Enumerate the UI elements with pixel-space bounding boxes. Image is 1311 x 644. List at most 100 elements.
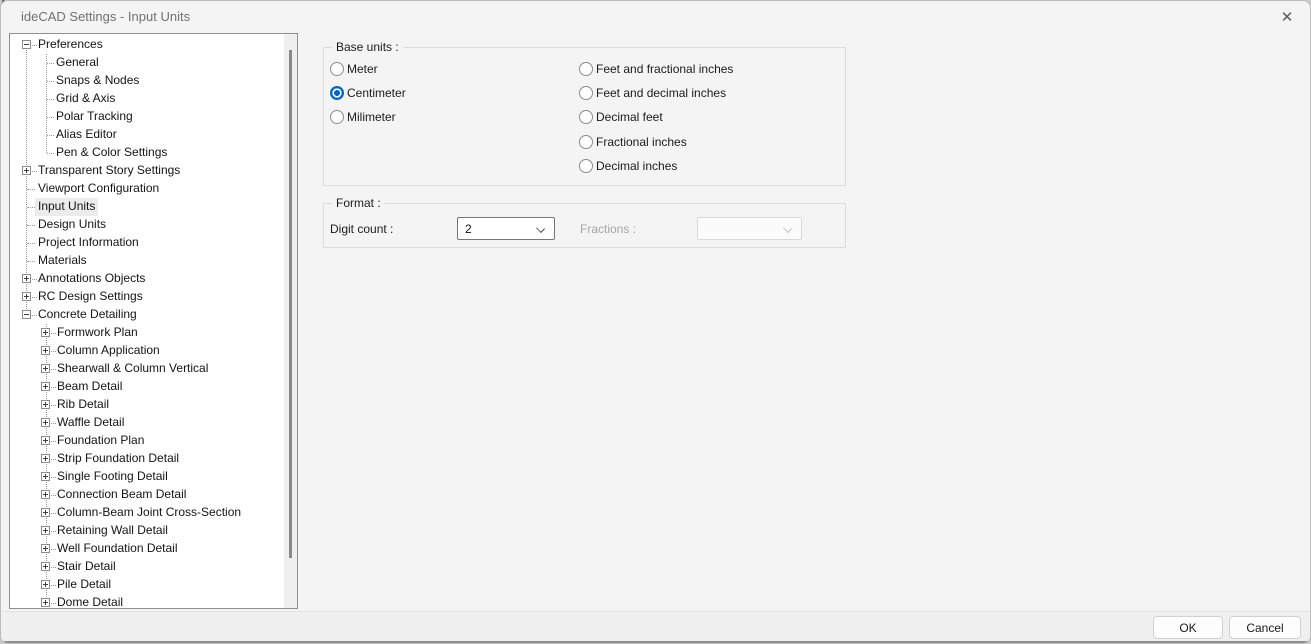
expand-icon[interactable]	[41, 346, 50, 355]
radio-label: Milimeter	[347, 110, 396, 124]
tree-item-stair-detail[interactable]: Stair Detail	[10, 558, 284, 576]
cancel-button[interactable]: Cancel	[1229, 616, 1301, 639]
tree-item-pile-detail[interactable]: Pile Detail	[10, 576, 284, 594]
tree-item-general[interactable]: General	[10, 54, 284, 72]
tree-item-project-information[interactable]: Project Information	[10, 234, 284, 252]
tree-item-label: Dome Detail	[54, 594, 126, 609]
tree-item-retaining-wall-detail[interactable]: Retaining Wall Detail	[10, 522, 284, 540]
tree-item-foundation-plan[interactable]: Foundation Plan	[10, 432, 284, 450]
tree-item-preferences[interactable]: Preferences	[10, 36, 284, 54]
tree-item-beam-detail[interactable]: Beam Detail	[10, 378, 284, 396]
collapse-icon[interactable]	[22, 40, 31, 49]
tree-item-column-beam-joint-cross-section[interactable]: Column-Beam Joint Cross-Section	[10, 504, 284, 522]
tree-item-label: Project Information	[35, 234, 142, 252]
radio-icon[interactable]	[579, 159, 593, 173]
tree-scrollbar-thumb[interactable]	[289, 50, 292, 558]
tree-item-label: Snaps & Nodes	[53, 72, 142, 90]
radio-label: Fractional inches	[596, 135, 687, 149]
radio-icon[interactable]	[330, 62, 344, 76]
radio-meter[interactable]: Meter	[330, 61, 378, 77]
tree-item-annotations-objects[interactable]: Annotations Objects	[10, 270, 284, 288]
settings-tree[interactable]: PreferencesGeneralSnaps & NodesGrid & Ax…	[9, 33, 298, 609]
tree-item-transparent-story-settings[interactable]: Transparent Story Settings	[10, 162, 284, 180]
radio-icon[interactable]	[579, 110, 593, 124]
expand-icon[interactable]	[41, 490, 50, 499]
radio-feet-and-decimal-inches[interactable]: Feet and decimal inches	[579, 85, 726, 101]
tree-item-label: Beam Detail	[54, 378, 125, 396]
expand-icon[interactable]	[41, 526, 50, 535]
tree-scrollbar[interactable]	[284, 34, 297, 608]
tree-item-label: Well Foundation Detail	[54, 540, 181, 558]
radio-icon[interactable]	[579, 62, 593, 76]
digit-count-label: Digit count :	[330, 222, 393, 236]
tree-item-label: Pen & Color Settings	[53, 144, 170, 162]
radio-feet-and-fractional-inches[interactable]: Feet and fractional inches	[579, 61, 733, 77]
expand-icon[interactable]	[22, 292, 31, 301]
tree-item-snaps-nodes[interactable]: Snaps & Nodes	[10, 72, 284, 90]
tree-item-label: Rib Detail	[54, 396, 112, 414]
tree-item-rc-design-settings[interactable]: RC Design Settings	[10, 288, 284, 306]
expand-icon[interactable]	[22, 274, 31, 283]
tree-item-alias-editor[interactable]: Alias Editor	[10, 126, 284, 144]
expand-icon[interactable]	[41, 454, 50, 463]
tree-item-grid-axis[interactable]: Grid & Axis	[10, 90, 284, 108]
expand-icon[interactable]	[22, 166, 31, 175]
expand-icon[interactable]	[41, 364, 50, 373]
tree-branch-line	[27, 261, 35, 262]
digit-count-dropdown[interactable]: 2	[457, 217, 555, 240]
format-group: Format : Digit count : 2 Fractions :	[323, 203, 846, 248]
radio-icon[interactable]	[579, 135, 593, 149]
titlebar[interactable]: ideCAD Settings - Input Units ✕	[1, 1, 1310, 33]
tree-item-label: Strip Foundation Detail	[54, 450, 182, 468]
radio-icon[interactable]	[579, 86, 593, 100]
expand-icon[interactable]	[41, 580, 50, 589]
tree-item-label: Pile Detail	[54, 576, 114, 594]
radio-centimeter[interactable]: Centimeter	[330, 85, 406, 101]
tree-item-polar-tracking[interactable]: Polar Tracking	[10, 108, 284, 126]
tree-item-label: General	[53, 54, 102, 72]
radio-decimal-inches[interactable]: Decimal inches	[579, 158, 677, 174]
expand-icon[interactable]	[41, 598, 50, 607]
expand-icon[interactable]	[41, 472, 50, 481]
tree-item-pen-color-settings[interactable]: Pen & Color Settings	[10, 144, 284, 162]
radio-selected-icon[interactable]	[330, 86, 344, 100]
tree-item-label: RC Design Settings	[35, 288, 146, 306]
format-group-label: Format :	[332, 196, 385, 210]
tree-item-concrete-detailing[interactable]: Concrete Detailing	[10, 306, 284, 324]
expand-icon[interactable]	[41, 328, 50, 337]
tree-item-formwork-plan[interactable]: Formwork Plan	[10, 324, 284, 342]
tree-item-well-foundation-detail[interactable]: Well Foundation Detail	[10, 540, 284, 558]
tree-item-shearwall-column-vertical[interactable]: Shearwall & Column Vertical	[10, 360, 284, 378]
tree-item-viewport-configuration[interactable]: Viewport Configuration	[10, 180, 284, 198]
tree-item-strip-foundation-detail[interactable]: Strip Foundation Detail	[10, 450, 284, 468]
radio-fractional-inches[interactable]: Fractional inches	[579, 134, 687, 150]
expand-icon[interactable]	[41, 544, 50, 553]
close-icon[interactable]: ✕	[1272, 4, 1302, 30]
fractions-label: Fractions :	[580, 222, 636, 236]
expand-icon[interactable]	[41, 436, 50, 445]
tree-item-single-footing-detail[interactable]: Single Footing Detail	[10, 468, 284, 486]
expand-icon[interactable]	[41, 508, 50, 517]
ok-button[interactable]: OK	[1153, 616, 1223, 639]
tree-item-waffle-detail[interactable]: Waffle Detail	[10, 414, 284, 432]
tree-item-input-units[interactable]: Input Units	[10, 198, 284, 216]
expand-icon[interactable]	[41, 562, 50, 571]
expand-icon[interactable]	[41, 400, 50, 409]
radio-icon[interactable]	[330, 110, 344, 124]
tree-item-label: Alias Editor	[53, 126, 120, 144]
tree-item-connection-beam-detail[interactable]: Connection Beam Detail	[10, 486, 284, 504]
tree-item-label: Shearwall & Column Vertical	[54, 360, 211, 378]
tree-item-column-application[interactable]: Column Application	[10, 342, 284, 360]
collapse-icon[interactable]	[22, 310, 31, 319]
tree-item-rib-detail[interactable]: Rib Detail	[10, 396, 284, 414]
expand-icon[interactable]	[41, 382, 50, 391]
tree-item-design-units[interactable]: Design Units	[10, 216, 284, 234]
tree-item-dome-detail[interactable]: Dome Detail	[10, 594, 284, 609]
radio-milimeter[interactable]: Milimeter	[330, 109, 396, 125]
radio-label: Decimal feet	[596, 110, 663, 124]
radio-label: Feet and fractional inches	[596, 62, 733, 76]
expand-icon[interactable]	[41, 418, 50, 427]
tree-item-materials[interactable]: Materials	[10, 252, 284, 270]
radio-decimal-feet[interactable]: Decimal feet	[579, 109, 663, 125]
tree-item-label: Input Units	[35, 198, 98, 216]
